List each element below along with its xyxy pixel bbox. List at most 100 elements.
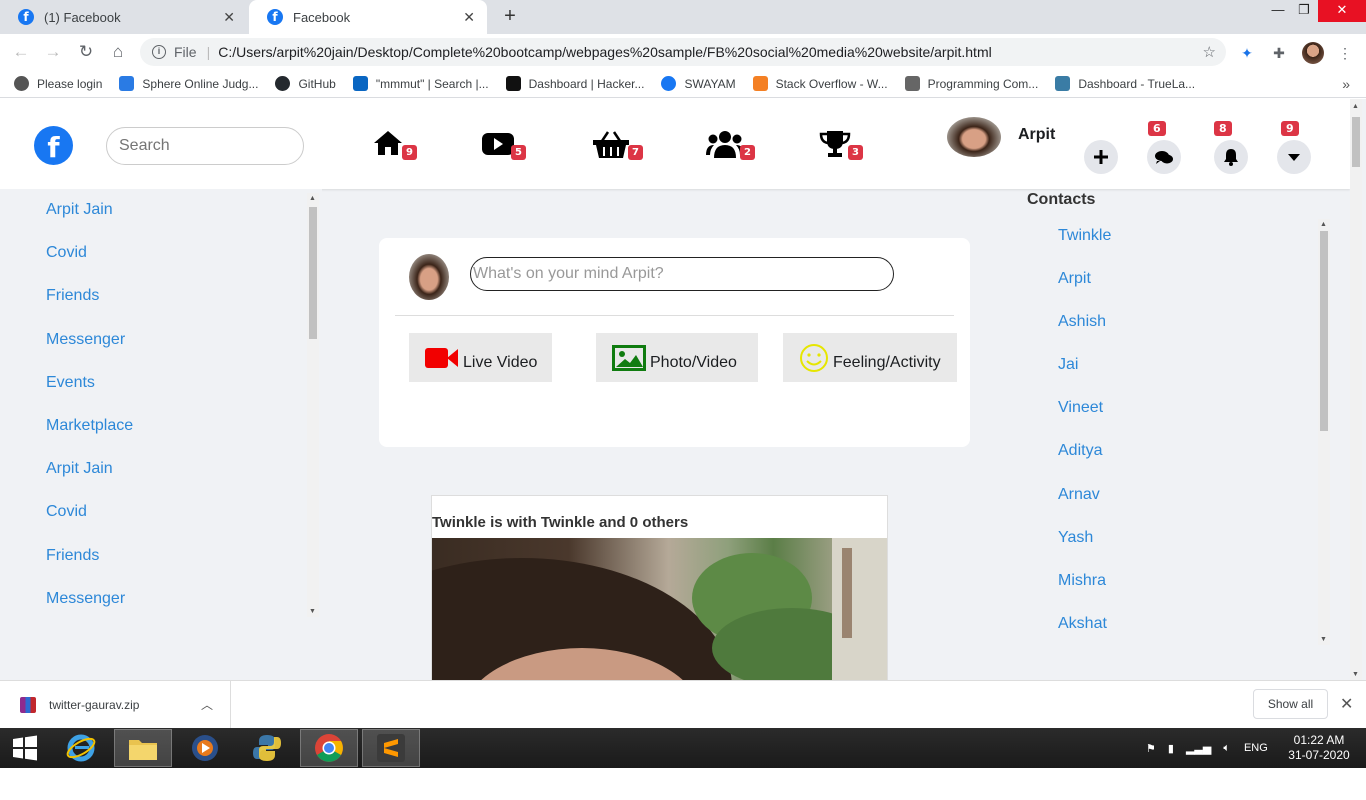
create-plus-button[interactable] [1084,140,1118,174]
left-menu-item[interactable]: Arpit Jain [46,460,133,503]
account-menu-button[interactable] [1277,140,1311,174]
more-bookmarks-chevron-icon[interactable]: » [1342,76,1350,92]
forward-arrow-icon[interactable]: → [42,42,64,64]
left-menu-item[interactable]: Marketplace [46,417,133,460]
nav-home[interactable]: 9 [372,129,417,163]
show-all-button[interactable]: Show all [1253,689,1328,719]
scroll-down-arrow-icon[interactable]: ▼ [309,608,316,615]
python-taskbar[interactable] [238,729,296,767]
bookmark-linkedin[interactable]: "mmmut" | Search |... [352,76,489,91]
chevron-up-icon[interactable]: ︿ [201,696,213,713]
bookmark-label: Dashboard | Hacker... [528,76,645,91]
left-menu-item[interactable]: Arpit Jain [46,201,133,244]
contact-item[interactable]: Arnav [1058,486,1111,529]
live-video-button[interactable]: Live Video [409,333,552,382]
extensions-puzzle-icon[interactable]: ✚ [1270,44,1288,62]
scrollbar-thumb[interactable] [1320,231,1328,431]
left-menu-item[interactable]: Events [46,374,133,417]
bookmark-swayam[interactable]: SWAYAM [661,76,736,91]
search-input[interactable] [106,127,304,165]
network-signal-icon[interactable]: ▂▃▅ [1186,742,1211,755]
chrome-taskbar[interactable] [300,729,358,767]
bookmark-please-login[interactable]: Please login [14,76,102,91]
contact-item[interactable]: Vineet [1058,399,1111,442]
close-window-icon[interactable]: ✕ [1318,0,1366,22]
video-camera-icon [425,347,458,368]
bookmark-github[interactable]: GitHub [275,76,336,91]
extension-puzzle-blue-icon[interactable]: ✦ [1238,44,1256,62]
photo-video-button[interactable]: Photo/Video [596,333,758,382]
scrollbar-thumb[interactable] [1352,117,1360,167]
language-indicator[interactable]: ENG [1244,742,1268,754]
tab-facebook[interactable]: f Facebook ✕ [249,0,487,34]
left-menu-item[interactable]: Messenger [46,331,133,374]
start-button[interactable] [0,729,50,767]
url-text[interactable]: C:/Users/arpit%20jain/Desktop/Complete%2… [218,44,1202,60]
left-menu-item[interactable]: Friends [46,547,133,590]
contacts-scrollbar[interactable]: ▲ ▼ [1318,219,1330,645]
info-icon[interactable]: i [152,45,166,59]
bookmark-stackoverflow[interactable]: Stack Overflow - W... [752,76,888,91]
contact-item[interactable]: Akshat [1058,615,1111,658]
scroll-down-arrow-icon[interactable]: ▼ [1320,636,1327,643]
media-player-taskbar[interactable] [176,729,234,767]
left-menu-item[interactable]: Covid [46,503,133,546]
home-icon[interactable]: ⌂ [107,42,129,64]
contact-item[interactable]: Aditya [1058,442,1111,485]
battery-icon[interactable]: ▮ [1168,742,1174,755]
nav-marketplace[interactable]: 7 [592,129,643,163]
internet-explorer-taskbar[interactable] [52,729,110,767]
nav-groups[interactable]: 2 [706,129,755,163]
scrollbar-thumb[interactable] [309,207,317,339]
contact-item[interactable]: Yash [1058,529,1111,572]
post-photo[interactable] [432,538,887,680]
chrome-menu-icon[interactable]: ⋮ [1336,44,1354,62]
notifications-button[interactable] [1214,140,1248,174]
scroll-up-arrow-icon[interactable]: ▲ [1320,221,1327,228]
user-name[interactable]: Arpit [1018,126,1055,144]
taskbar-clock[interactable]: 01:22 AM 31-07-2020 [1284,733,1354,763]
bookmark-codechef[interactable]: Programming Com... [904,76,1038,91]
contact-item[interactable]: Ashish [1058,313,1111,356]
messages-button[interactable] [1147,140,1181,174]
sublime-text-icon [377,734,405,762]
reload-icon[interactable]: ↻ [75,42,97,64]
download-item[interactable]: twitter-gaurav.zip ︿ [0,681,231,729]
left-menu-item[interactable]: Covid [46,244,133,287]
contact-item[interactable]: Twinkle [1058,227,1111,270]
left-menu-item[interactable]: Messenger [46,590,133,633]
bookmark-truelab[interactable]: Dashboard - TrueLa... [1055,76,1195,91]
tab-facebook-notifications[interactable]: f (1) Facebook ✕ [0,0,247,34]
profile-avatar[interactable] [1302,42,1324,64]
close-tab-icon[interactable]: ✕ [463,9,475,26]
volume-icon[interactable]: 🔈︎ [1223,742,1230,755]
nav-video[interactable]: 5 [481,129,526,163]
scroll-down-arrow-icon[interactable]: ▼ [1352,671,1359,678]
sublime-text-taskbar[interactable] [362,729,420,767]
new-tab-plus-icon[interactable]: + [498,4,522,28]
feeling-activity-button[interactable]: Feeling/Activity [783,333,957,382]
contact-item[interactable]: Arpit [1058,270,1111,313]
bookmark-label: Sphere Online Judg... [142,76,259,91]
close-tab-icon[interactable]: ✕ [223,9,235,26]
user-avatar[interactable] [947,117,1001,157]
bookmark-hackerrank[interactable]: Dashboard | Hacker... [505,76,645,91]
left-scrollbar[interactable]: ▲ ▼ [307,193,319,617]
address-bar[interactable]: i File | C:/Users/arpit%20jain/Desktop/C… [140,38,1226,66]
page-scrollbar[interactable]: ▲ ▼ [1350,99,1362,680]
contact-item[interactable]: Jai [1058,356,1111,399]
back-arrow-icon[interactable]: ← [10,42,32,64]
contact-item[interactable]: Mishra [1058,572,1111,615]
status-input[interactable]: What's on your mind Arpit? [470,257,894,291]
bookmark-star-icon[interactable]: ☆ [1203,43,1216,61]
nav-gaming[interactable]: 3 [818,129,863,163]
file-explorer-taskbar[interactable] [114,729,172,767]
url-separator: | [206,44,211,60]
scroll-up-arrow-icon[interactable]: ▲ [309,195,316,202]
action-center-flag-icon[interactable]: ⚑ [1146,742,1156,755]
close-icon[interactable]: ✕ [1340,694,1353,714]
scroll-up-arrow-icon[interactable]: ▲ [1352,103,1359,110]
bookmark-spoj[interactable]: Sphere Online Judg... [119,76,258,91]
facebook-logo-icon[interactable]: f [34,126,73,165]
left-menu-item[interactable]: Friends [46,287,133,330]
